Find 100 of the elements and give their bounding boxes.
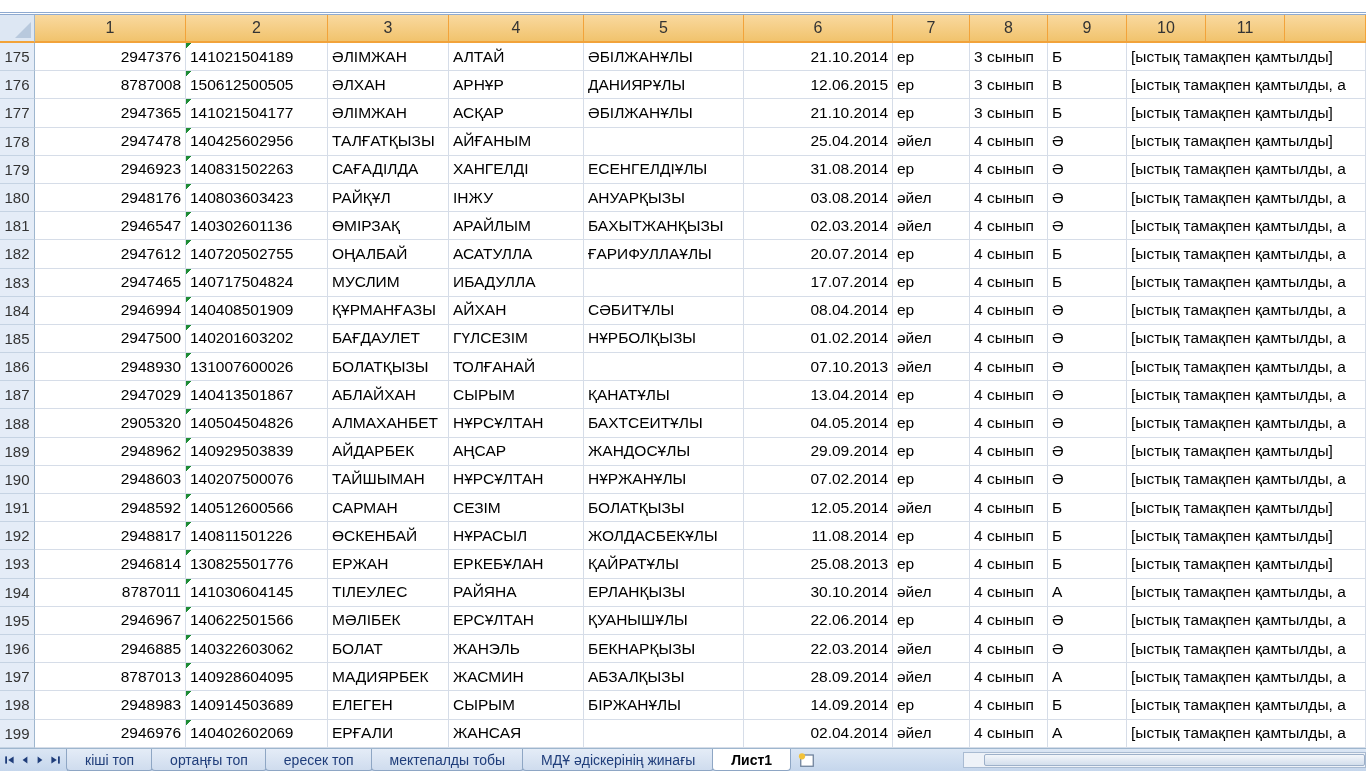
table-cell: Ә [1048, 296, 1127, 325]
table-cell: 12.05.2014 [744, 494, 893, 523]
column-header[interactable]: 7 [893, 15, 970, 43]
column-header[interactable]: 1 [35, 15, 186, 43]
table-cell: МӘЛІБЕК [328, 606, 449, 635]
sheet-tab[interactable]: ересек топ [264, 749, 373, 771]
column-header[interactable]: 8 [970, 15, 1048, 43]
table-cell: әйел [893, 663, 970, 692]
table-cell: 8787011 [35, 578, 186, 607]
table-cell: 4 сынып [970, 465, 1048, 494]
row-number[interactable]: 177 [0, 99, 35, 128]
table-cell: 02.03.2014 [744, 212, 893, 241]
table-cell: Ә [1048, 381, 1127, 410]
table-cell: Б [1048, 43, 1127, 72]
sheet-tab[interactable]: мектепалды тобы [370, 749, 525, 771]
last-sheet-icon[interactable] [49, 754, 61, 766]
row-number[interactable]: 190 [0, 465, 35, 494]
column-header[interactable]: 9 [1048, 15, 1127, 43]
table-cell: МУСЛИМ [328, 268, 449, 297]
column-header[interactable]: 4 [449, 15, 584, 43]
table-cell: ҚҰРМАНҒАЗЫ [328, 296, 449, 325]
column-header[interactable]: 11 [1206, 15, 1285, 43]
table-cell: ер [893, 43, 970, 72]
table-cell: НҰРСҰЛТАН [449, 409, 584, 438]
row-number[interactable]: 180 [0, 183, 35, 213]
table-cell: 4 сынып [970, 522, 1048, 551]
column-header[interactable]: 6 [744, 15, 893, 43]
row-number[interactable]: 188 [0, 409, 35, 438]
table-cell: АСАТУЛЛА [449, 240, 584, 269]
column-header[interactable]: 2 [186, 15, 328, 43]
table-cell: 4 сынып [970, 127, 1048, 156]
table-cell: 8787013 [35, 663, 186, 692]
row-number[interactable]: 194 [0, 578, 35, 607]
table-cell: ӨСКЕНБАЙ [328, 522, 449, 551]
table-cell: 140207500076 [186, 465, 328, 494]
table-cell: АНУАРҚЫЗЫ [584, 183, 744, 213]
row-number[interactable]: 193 [0, 550, 35, 579]
table-cell: 21.10.2014 [744, 43, 893, 72]
row-number[interactable]: 195 [0, 606, 35, 635]
table-cell: [ыстық тамақпен қамтылды, а [1127, 183, 1366, 213]
table-cell: ер [893, 409, 970, 438]
table-cell: Ә [1048, 437, 1127, 466]
row-number[interactable]: 181 [0, 212, 35, 241]
table-cell: ИБАДУЛЛА [449, 268, 584, 297]
table-cell: БЕКНАРҚЫЗЫ [584, 634, 744, 664]
row-number[interactable]: 175 [0, 43, 35, 72]
table-cell: ТАЙШЫМАН [328, 465, 449, 494]
table-cell: ӨМІРЗАҚ [328, 212, 449, 241]
sheet-tab[interactable]: Лист1 [712, 749, 792, 771]
row-number[interactable]: 187 [0, 381, 35, 410]
table-cell: 4 сынып [970, 494, 1048, 523]
sheet-tab[interactable]: ортаңғы топ [151, 749, 267, 771]
table-cell: ЕРКЕБҰЛАН [449, 550, 584, 579]
table-cell: В [1048, 71, 1127, 100]
table-cell: 131007600026 [186, 353, 328, 382]
row-number[interactable]: 198 [0, 691, 35, 720]
row-number[interactable]: 189 [0, 437, 35, 466]
column-header[interactable]: 3 [328, 15, 449, 43]
table-cell: ТІЛЕУЛЕС [328, 578, 449, 607]
row-number[interactable]: 185 [0, 324, 35, 354]
table-cell: ӘБІЛЖАНҰЛЫ [584, 43, 744, 72]
table-cell: 4 сынып [970, 381, 1048, 410]
table-cell: АЙХАН [449, 296, 584, 325]
horizontal-scrollbar[interactable] [963, 752, 1366, 768]
table-cell: НҰРАСЫЛ [449, 522, 584, 551]
column-header[interactable]: 5 [584, 15, 744, 43]
row-number[interactable]: 191 [0, 494, 35, 523]
row-number[interactable]: 182 [0, 240, 35, 269]
table-cell: 2948603 [35, 465, 186, 494]
row-number[interactable]: 184 [0, 296, 35, 325]
sheet-tab[interactable]: МДҰ әдіскерінің жинағы [522, 749, 715, 771]
sheet-tab[interactable]: кіші топ [66, 749, 154, 771]
table-cell: [ыстық тамақпен қамтылды, а [1127, 381, 1366, 410]
row-number[interactable]: 179 [0, 155, 35, 184]
table-cell: 141021504189 [186, 43, 328, 72]
row-number[interactable]: 183 [0, 268, 35, 297]
table-cell: 4 сынып [970, 155, 1048, 184]
table-cell: [ыстық тамақпен қамтылды] [1127, 522, 1366, 551]
column-header[interactable]: 10 [1127, 15, 1206, 43]
row-number[interactable]: 176 [0, 71, 35, 100]
table-cell: [ыстық тамақпен қамтылды, а [1127, 71, 1366, 100]
row-number[interactable]: 186 [0, 353, 35, 382]
table-cell: ер [893, 296, 970, 325]
table-cell: ер [893, 155, 970, 184]
row-number[interactable]: 196 [0, 634, 35, 664]
first-sheet-icon[interactable] [4, 754, 16, 766]
table-cell: [ыстық тамақпен қамтылды, а [1127, 324, 1366, 354]
table-cell: АБЗАЛҚЫЗЫ [584, 663, 744, 692]
table-cell: 2947376 [35, 43, 186, 72]
table-cell: ЕРҒАЛИ [328, 719, 449, 748]
table-cell: Ә [1048, 465, 1127, 494]
table-cell: ЕЛЕГЕН [328, 691, 449, 720]
row-number[interactable]: 178 [0, 127, 35, 156]
table-cell: 8787008 [35, 71, 186, 100]
table-cell: ер [893, 522, 970, 551]
row-number[interactable]: 192 [0, 522, 35, 551]
row-number[interactable]: 197 [0, 663, 35, 692]
row-number[interactable]: 199 [0, 719, 35, 748]
table-cell: АРНҰР [449, 71, 584, 100]
table-cell: 01.02.2014 [744, 324, 893, 354]
